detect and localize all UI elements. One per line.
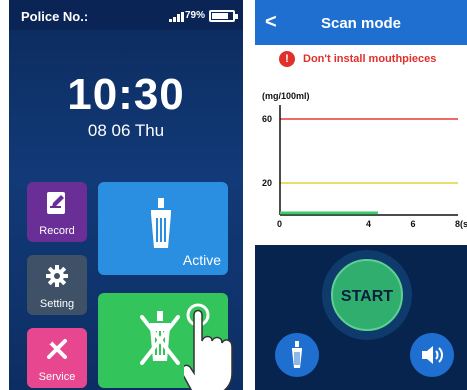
test-label: S <box>211 365 221 381</box>
status-bar: Police No.: 79% <box>9 0 243 30</box>
service-label: Service <box>38 371 76 383</box>
passive-test-button[interactable]: S <box>98 293 233 390</box>
speaker-icon <box>421 345 445 370</box>
scan-mode-screen: < Scan mode ! Don't install mouthpieces … <box>255 0 467 390</box>
y-tick-label: 60 <box>262 114 272 124</box>
service-button[interactable]: Service <box>27 328 87 388</box>
clock-time: 10:30 <box>67 70 185 119</box>
active-test-button[interactable]: Active <box>98 182 228 275</box>
mouthpiece-icon <box>148 198 174 255</box>
start-button[interactable]: START <box>331 259 403 331</box>
setting-label: Setting <box>39 298 75 310</box>
battery-percent: 79% <box>184 10 205 21</box>
warning-text: Don't install mouthpieces <box>303 53 437 65</box>
warning-icon: ! <box>279 51 295 67</box>
alcohol-chart: (mg/100ml) 60 20 0 4 6 8(s) <box>255 73 467 245</box>
page-title: Scan mode <box>320 15 402 32</box>
battery-level <box>212 13 228 19</box>
x-tick-label: 0 <box>277 219 282 229</box>
clock-date: 08 06 Thu <box>87 121 165 140</box>
chart-svg: (mg/100ml) 60 20 0 4 6 8(s) <box>262 91 467 229</box>
tools-icon <box>45 337 69 366</box>
edit-icon <box>46 191 68 220</box>
mouthpiece-icon <box>291 341 303 374</box>
y-axis-label: (mg/100ml) <box>262 91 310 101</box>
police-number-label: Police No.: <box>21 9 89 24</box>
record-button[interactable]: Record <box>27 182 87 242</box>
setting-button[interactable]: Setting <box>27 255 87 315</box>
home-screen: Police No.: 79% 10:30 08 06 Thu Record S… <box>9 0 243 390</box>
x-tick-label: 4 <box>366 219 371 229</box>
no-mouthpiece-icon <box>138 309 182 372</box>
header: < Scan mode <box>255 0 467 45</box>
sound-button[interactable] <box>410 333 454 377</box>
x-tick-label: 8(s) <box>455 219 467 229</box>
record-label: Record <box>39 225 75 237</box>
gear-icon <box>45 264 69 293</box>
battery-icon <box>209 10 238 22</box>
active-label: Active <box>182 252 221 268</box>
y-tick-label: 20 <box>262 178 272 188</box>
warning-banner: ! Don't install mouthpieces <box>255 45 467 73</box>
mouthpiece-button[interactable] <box>275 333 319 377</box>
signal-icon <box>169 10 185 25</box>
x-tick-label: 6 <box>411 219 416 229</box>
